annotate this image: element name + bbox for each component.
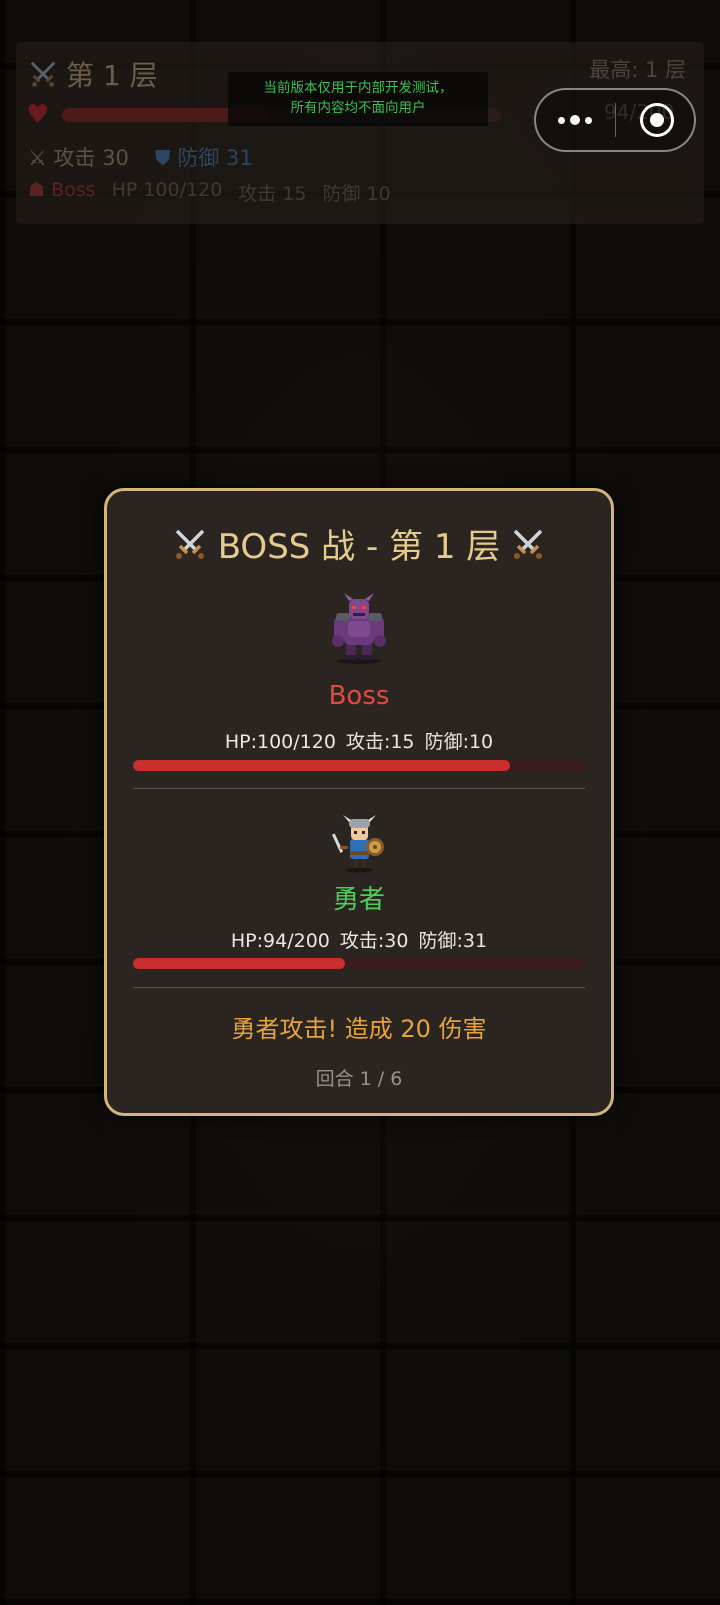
- floor-title: 第 1 层: [28, 54, 158, 94]
- floor-label: 第 1 层: [66, 59, 158, 92]
- round-counter: 回合 1 / 6: [315, 1068, 403, 1090]
- capsule-divider: [615, 103, 616, 137]
- crossed-swords-icon: [175, 529, 204, 559]
- boss-name: Boss: [328, 681, 390, 711]
- more-button[interactable]: [536, 90, 614, 150]
- sword-icon: ⚔: [28, 146, 47, 170]
- boss-hp-bar: [133, 760, 585, 771]
- hero-stats-row: ⚔ 攻击 30 ⛊ 防御 31: [28, 142, 253, 172]
- boss-summary-label: ☗ Boss: [28, 179, 96, 201]
- boss-orc-icon: [332, 593, 386, 664]
- crossed-swords-icon: [30, 61, 56, 87]
- boss-battle-dialog: BOSS 战 - 第 1 层 Boss HP:100/120 攻击:15 防御:…: [104, 488, 614, 1116]
- divider: [133, 788, 585, 789]
- shield-icon: ⛊: [154, 146, 171, 170]
- boss-summary-hp: HP 100/120: [111, 179, 223, 201]
- hero-hp-fill: [133, 958, 346, 969]
- dev-notice: 当前版本仅用于内部开发测试， 所有内容均不面向用户: [228, 72, 488, 126]
- battle-title-text: BOSS 战 - 第 1 层: [217, 527, 501, 567]
- battle-title: BOSS 战 - 第 1 层: [107, 519, 611, 568]
- close-target-icon[interactable]: [640, 103, 674, 137]
- defense-stat: ⛊ 防御 31: [154, 146, 253, 170]
- hero-name: 勇者: [332, 885, 385, 915]
- boss-summary-attack: 攻击 15: [238, 183, 307, 205]
- hero-knight-icon: [331, 815, 384, 873]
- more-dots-icon: [558, 116, 565, 124]
- best-floor: 最高: 1 层: [589, 58, 686, 82]
- hero-stats: HP:94/200 攻击:30 防御:31: [230, 930, 488, 952]
- crossed-swords-icon: [514, 529, 543, 559]
- divider: [133, 987, 585, 988]
- dev-notice-line1: 当前版本仅用于内部开发测试，: [263, 80, 453, 96]
- battle-log: 勇者攻击! 造成 20 伤害: [231, 1015, 487, 1043]
- boss-hp-fill: [133, 760, 510, 771]
- hero-hp-bar: [133, 958, 585, 969]
- attack-stat: ⚔ 攻击 30: [28, 146, 129, 170]
- heart-icon: ♥: [26, 100, 50, 130]
- boss-summary-row: ☗ Boss HP 100/120 攻击 15 防御 10: [28, 179, 391, 206]
- dev-notice-line2: 所有内容均不面向用户: [290, 100, 426, 116]
- boss-stats: HP:100/120 攻击:15 防御:10: [224, 731, 494, 753]
- miniprogram-capsule: [534, 88, 696, 152]
- demon-icon: ☗: [28, 179, 46, 201]
- boss-summary-defense: 防御 10: [322, 183, 391, 205]
